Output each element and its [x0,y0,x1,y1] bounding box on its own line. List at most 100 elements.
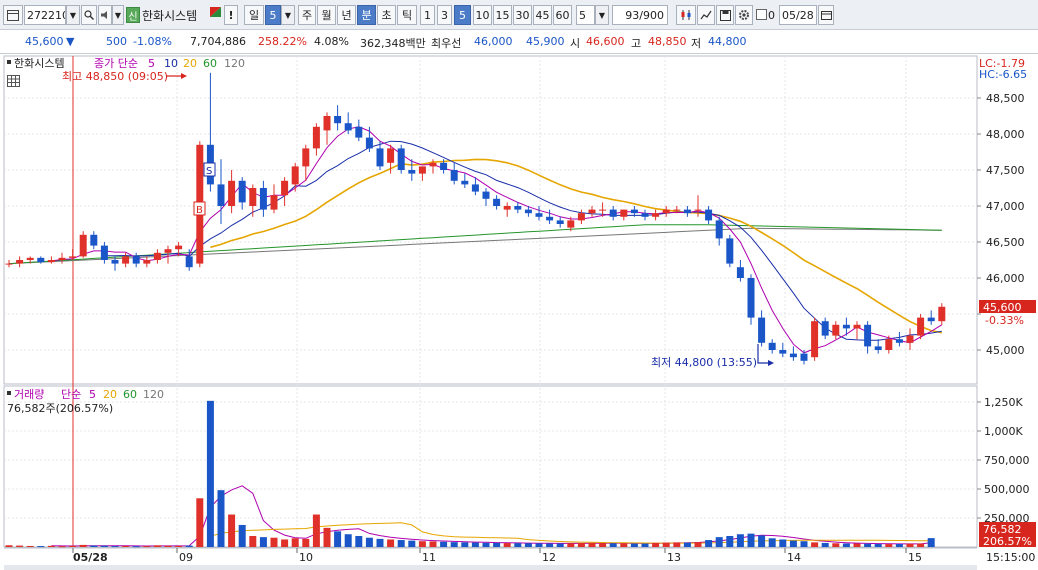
candle-body [906,335,914,343]
candle-body [238,180,246,203]
period-count-input[interactable]: 5 [265,5,281,25]
search-icon[interactable] [81,5,97,25]
volume-bar [37,546,45,548]
volume-bar [281,539,289,547]
high-note: 최고 48,850 (09:05) [62,70,168,83]
volume-bar [471,542,479,547]
minute-option-60[interactable]: 60 [553,5,572,25]
stock-code-input[interactable]: 272210 [24,5,66,25]
volume-bar [132,546,140,548]
price-axis-label: 47,000 [986,200,1025,213]
calendar-icon[interactable] [818,5,834,25]
time-axis-label: 12 [542,551,556,564]
candle-body [779,350,787,354]
legend-stock-name: 한화시스템 [14,57,65,70]
volume-bar [715,537,723,547]
volume-bar [609,543,617,547]
sell-signal-icon: S [203,162,216,177]
chart-layout-icon[interactable] [3,5,23,25]
period-monthly[interactable]: 월 [317,5,336,25]
volume-bar [249,535,257,547]
candle-body [821,321,829,336]
volume-bar [79,544,87,547]
volume-legend-ma-title: 단순 [61,388,81,401]
volume-bar [789,540,797,547]
period-tick[interactable]: 틱 [397,5,417,25]
candle-body [312,126,320,149]
current-price-tag: 45,600 [983,301,1022,314]
period-minute[interactable]: 분 [357,5,376,25]
chart-area[interactable]: 한화시스템 종가 단순 5 10 20 60 120 최고 48,850 (09… [0,54,1038,570]
period-count-dropdown[interactable]: ▼ [281,5,295,25]
volume-bar [673,542,681,547]
volume-bar [503,543,511,547]
legend-marker [7,60,11,64]
minute-option-3[interactable]: 3 [437,5,452,25]
drawing-tool-icon[interactable] [697,5,715,25]
candle-type-icon[interactable] [676,5,696,25]
volume-bar [885,544,893,547]
candle-body [620,209,628,217]
speaker-icon[interactable] [98,5,112,25]
candle-body [58,257,66,260]
time-axis-label: 14 [787,551,801,564]
minute-option-1[interactable]: 1 [420,5,435,25]
candle-body [185,256,193,268]
volume-bar [588,542,596,547]
svg-text:S: S [206,166,212,177]
volume-bar [493,542,501,547]
price-axis-label: 46,000 [986,272,1025,285]
data-count-input[interactable]: 93/900 [612,5,668,25]
date-input[interactable]: 05/28 [779,5,817,25]
minute-input-dropdown[interactable]: ▼ [595,5,609,25]
volume-bar [397,540,405,547]
candle-body [577,213,585,221]
candle-body [556,220,564,224]
price-axis-label: 48,000 [986,128,1025,141]
candle-body [800,353,808,361]
candle-body [16,260,24,264]
candle-body [895,339,903,343]
candle-body [387,148,395,163]
candle-body [524,209,532,214]
volume-bar [747,533,755,547]
minute-option-30[interactable]: 30 [513,5,532,25]
table-icon[interactable] [7,75,20,87]
speaker-dropdown[interactable]: ▼ [112,5,124,25]
minute-option-10[interactable]: 10 [473,5,492,25]
candle-body [832,324,840,336]
candle-body [323,116,331,131]
candle-body [503,206,511,210]
volume-legend-ma-60: 60 [123,388,137,401]
save-icon[interactable] [716,5,734,25]
volume-bar [726,535,734,547]
volume-bar [567,543,575,547]
trade-amount: 362,348백만 [360,37,426,50]
period-daily[interactable]: 일 [244,5,264,25]
warning-button[interactable]: ! [224,5,238,25]
stock-code-dropdown[interactable]: ▼ [66,5,80,25]
volume-bar [832,543,840,547]
period-weekly[interactable]: 주 [298,5,316,25]
open-price: 46,600 [586,35,625,48]
horizontal-scrollbar[interactable] [4,565,977,570]
svg-text:B: B [196,205,203,216]
volume-bar [440,541,448,547]
volume-bar [811,542,819,547]
minute-option-45[interactable]: 45 [533,5,552,25]
minute-input[interactable]: 5 [576,5,595,25]
volume-bar [599,543,607,547]
open-label: 시 [570,37,581,50]
option-checkbox[interactable] [756,9,767,20]
minute-option-15[interactable]: 15 [493,5,512,25]
candle-body [652,213,660,217]
candle-body [355,126,363,138]
down-arrow-icon: ▼ [66,35,75,48]
gear-icon[interactable] [735,5,753,25]
volume-bar [546,543,554,547]
minute-option-5[interactable]: 5 [454,5,471,25]
period-yearly[interactable]: 년 [337,5,356,25]
volume-axis-label: 500,000 [984,483,1030,496]
period-second[interactable]: 초 [377,5,396,25]
volume-bar [302,538,310,547]
